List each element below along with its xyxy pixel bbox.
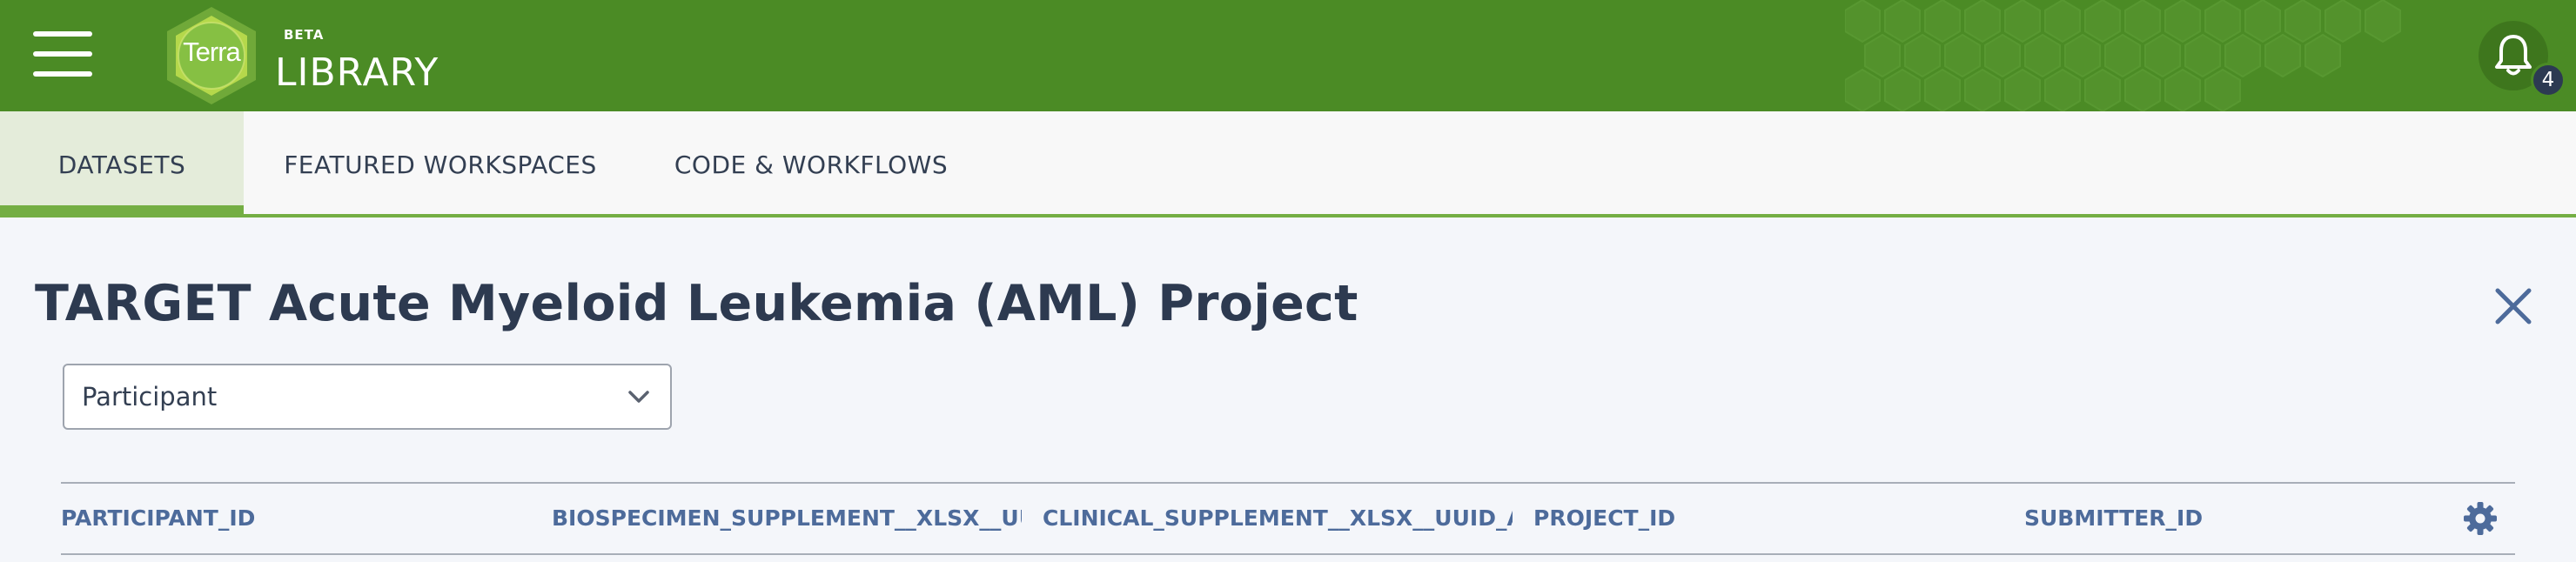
beta-badge: BETA [284,27,325,43]
column-header-submitter-id[interactable]: SUBMITTER_ID [2024,484,2442,553]
entity-type-select[interactable]: Participant [63,364,672,430]
gear-icon[interactable] [2463,501,2498,536]
entity-select-value: Participant [82,382,218,411]
bell-icon [2495,35,2532,76]
terra-logo[interactable]: Terra [162,5,261,106]
app-header: Terra BETA LIBRARY 4 [0,0,2576,111]
page-title: TARGET Acute Myeloid Leukemia (AML) Proj… [35,275,1358,332]
notification-count-badge: 4 [2531,63,2566,97]
hamburger-menu-icon[interactable] [33,30,92,78]
tab-datasets[interactable]: DATASETS [0,111,244,217]
tab-code-workflows[interactable]: CODE & WORKFLOWS [637,111,985,214]
logo-text: Terra [183,37,241,67]
tab-featured-workspaces[interactable]: FEATURED WORKSPACES [244,111,637,214]
column-header-participant-id[interactable]: PARTICIPANT_ID [61,484,531,553]
column-header-project-id[interactable]: PROJECT_ID [1533,484,2003,553]
notifications-button[interactable]: 4 [2479,21,2566,97]
hexagon-pattern-decoration [1845,0,2401,111]
close-icon[interactable] [2492,285,2534,327]
chevron-down-icon [628,391,649,403]
app-title: LIBRARY [275,50,439,95]
column-header-biospecimen-supplement[interactable]: BIOSPECIMEN_SUPPLEMENT__XLSX__UUI [552,484,1022,553]
library-tab-bar: DATASETS FEATURED WORKSPACES CODE & WORK… [0,111,2576,217]
data-table-header: PARTICIPANT_ID BIOSPECIMEN_SUPPLEMENT__X… [61,482,2515,555]
column-header-clinical-supplement[interactable]: CLINICAL_SUPPLEMENT__XLSX__UUID_AN [1043,484,1513,553]
